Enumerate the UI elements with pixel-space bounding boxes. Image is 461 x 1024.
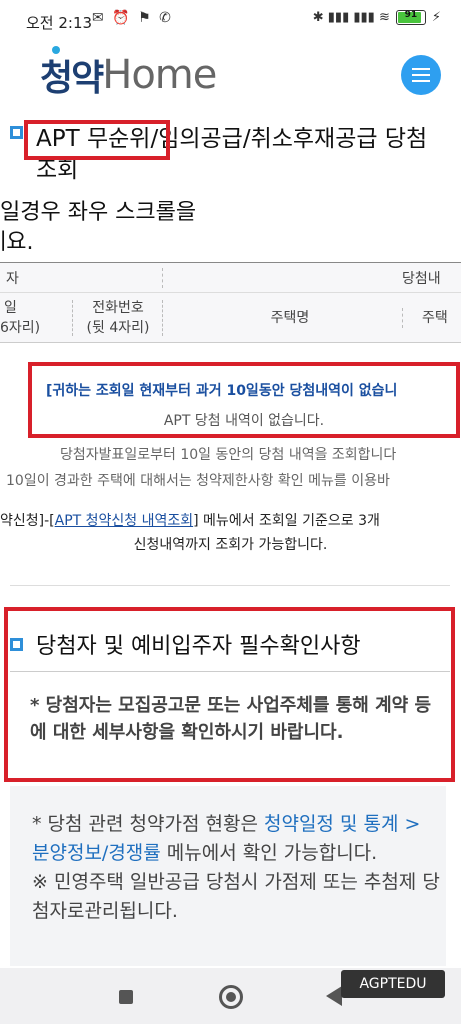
- info-text: ] 메뉴에서 조회일 기준으로 3개: [193, 513, 380, 529]
- system-icons: ✱ ▮▮▮ ▮▮▮ ≋ 91 ⚡: [313, 10, 441, 25]
- th-phone-line1: 전화번호: [92, 300, 144, 316]
- th-birth-line1: 일: [4, 300, 17, 316]
- charging-icon: ⚡: [431, 10, 441, 25]
- section-bullet-icon: [10, 126, 23, 139]
- info-line: 신청내역까지 조회가 가능합니다.: [133, 537, 328, 553]
- logo-home: Home: [102, 52, 217, 98]
- th-applicant: 자: [6, 271, 19, 287]
- divider: [10, 671, 450, 672]
- home-button[interactable]: [219, 985, 243, 1009]
- info-line: 10일이 경과한 주택에 대해서는 청약제한사항 확인 메뉴를 이용바: [6, 473, 390, 489]
- menu-button[interactable]: [401, 55, 441, 95]
- extra-info-text: * 당첨 관련 청약가점 현황은 청약일정 및 통계 > 분양정보/경쟁률 메뉴…: [32, 810, 442, 926]
- hamburger-icon: [412, 68, 430, 82]
- battery-level: 91: [404, 10, 418, 20]
- signal-wifi-icons: ✱ ▮▮▮ ▮▮▮ ≋: [312, 10, 390, 25]
- th-house: 주택: [422, 310, 448, 326]
- info-line: 당첨자발표일로부터 10일 동안의 당첨 내역을 조회합니다: [60, 447, 397, 463]
- recent-apps-button[interactable]: [119, 990, 133, 1004]
- th-house-name: 주택명: [270, 310, 310, 326]
- status-time: 오전 2:13: [26, 14, 93, 32]
- notification-icons: ✉ ⏰ ⚑ ✆: [92, 10, 173, 26]
- section2-title: 당첨자 및 예비입주자 필수확인사항: [36, 634, 361, 659]
- col-divider: [162, 268, 163, 288]
- logo-korean: 청약: [40, 58, 104, 99]
- no-history-notice: [귀하는 조회일 현재부터 과거 10일동안 당첨내역이 없습니: [46, 383, 398, 399]
- divider: [10, 585, 450, 586]
- extra-text: ※ 민영주택 일반공급 당첨시 가점제 또는 추첨제 당첨자로관리됩니다.: [32, 871, 440, 922]
- status-bar: 오전 2:13 ✉ ⏰ ⚑ ✆ ✱ ▮▮▮ ▮▮▮ ≋ 91 ⚡: [0, 0, 461, 40]
- logo-dot: [52, 46, 60, 54]
- no-record-text: APT 당첨 내역이 없습니다.: [163, 413, 325, 429]
- col-divider: [72, 300, 73, 336]
- info-line: 약신청]-[APT 청약신청 내역조회] 메뉴에서 조회일 기준으로 3개: [0, 510, 380, 530]
- table-header-row1: 자 당첨내: [0, 263, 461, 293]
- scroll-hint: 일경우 좌우 스크롤을 세요.: [0, 198, 196, 258]
- scroll-hint-line2: 세요.: [0, 230, 34, 255]
- col-divider: [162, 300, 163, 336]
- extra-text: * 당첨 관련 청약가점 현황은: [32, 813, 264, 835]
- table-header-row2: 일 6자리) 전화번호 (뒷 4자리) 주택명 주택: [0, 293, 461, 343]
- th-phone-line2: (뒷 4자리): [86, 320, 150, 336]
- th-winning: 당첨내: [402, 271, 441, 287]
- battery-icon: 91: [395, 10, 426, 25]
- section2-body: * 당첨자는 모집공고문 또는 사업주체를 통해 계약 등에 대한 세부사항을 …: [30, 695, 432, 743]
- back-button[interactable]: [326, 986, 342, 1006]
- site-logo[interactable]: 청약 Home: [40, 46, 217, 99]
- highlight-box-apt: [24, 120, 170, 160]
- notice-highlight-box: [귀하는 조회일 현재부터 과거 10일동안 당첨내역이 없습니 APT 당첨 …: [28, 362, 460, 438]
- th-birth-line2: 6자리): [0, 320, 41, 336]
- info-text: 약신청]-[: [0, 513, 55, 529]
- apt-application-link[interactable]: APT 청약신청 내역조회: [55, 513, 194, 529]
- scroll-hint-line1: 일경우 좌우 스크롤을: [0, 200, 197, 225]
- col-divider: [402, 308, 403, 328]
- section-bullet-icon: [10, 638, 23, 651]
- extra-text: 메뉴에서 확인 가능합니다.: [160, 842, 378, 864]
- watermark: AGPTEDU: [341, 970, 445, 998]
